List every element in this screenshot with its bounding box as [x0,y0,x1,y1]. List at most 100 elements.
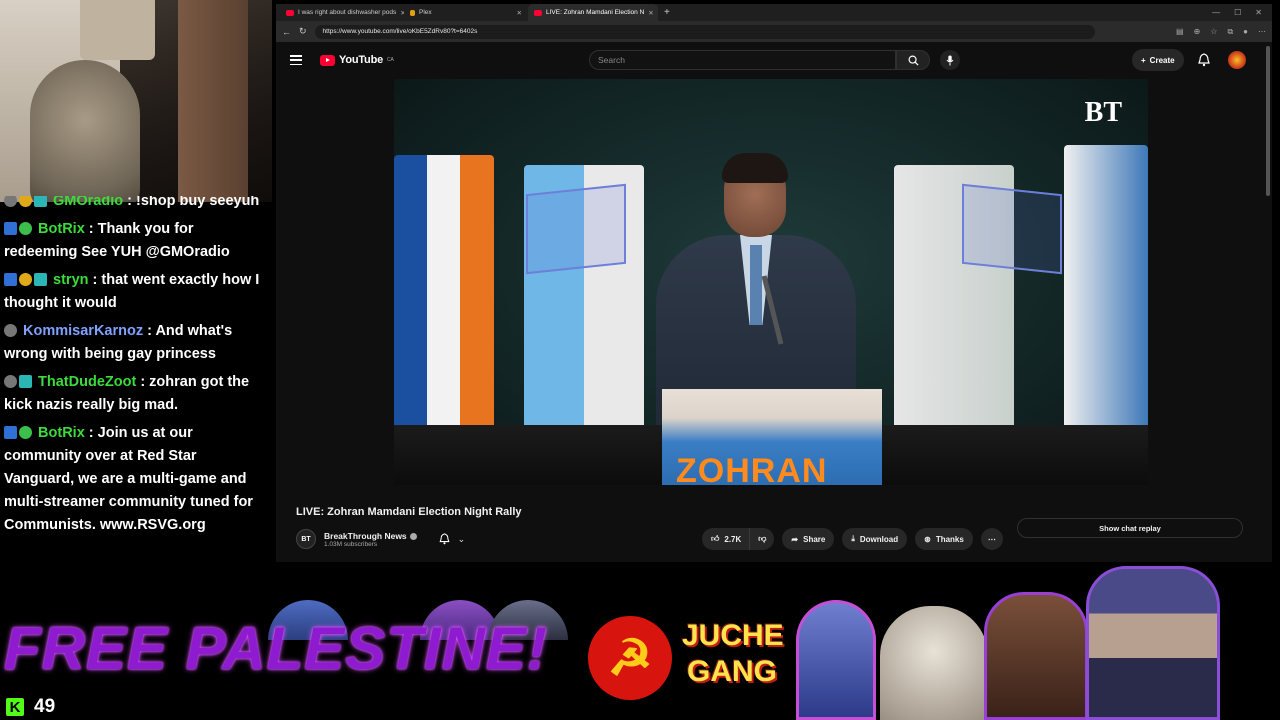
download-button[interactable]: ⤓ Download [842,528,908,550]
channel-avatar[interactable]: BT [296,529,316,549]
chat-badge-icon [4,375,17,388]
dislike-button[interactable]: 👎︎ [749,528,775,550]
tab-plex[interactable]: Plex ✕ [404,4,528,21]
extensions-icon[interactable]: ⧉ [1227,27,1233,37]
chat-badge-icon [19,375,32,388]
chat-username[interactable]: BotRix [38,425,85,441]
chat-text: : Join us at our community over at Red S… [4,425,253,533]
close-tab-icon[interactable]: ✕ [517,9,522,17]
page-scrollbar[interactable] [1266,46,1270,196]
account-avatar[interactable] [1228,51,1246,69]
chat-username[interactable]: GMOradio [53,196,123,209]
webcam-cat [30,60,140,202]
profile-icon[interactable]: ● [1243,27,1248,37]
chat-username[interactable]: stryn [53,272,88,288]
juche-gang-logo: JUCHE GANG [682,618,784,704]
tab-dishwasher[interactable]: I was right about dishwasher pods ✕ [280,4,404,21]
youtube-favicon-icon [534,9,542,16]
menu-dots-icon[interactable]: ⋯ [1258,27,1266,37]
chat-badge-icon [4,196,17,207]
thanks-label: Thanks [935,534,964,544]
chat-username[interactable]: KommisarKarnoz [23,323,143,339]
chat-badge-icon [4,222,17,235]
hammer-sickle-icon: ☭ [588,616,672,700]
show-chat-replay-button[interactable]: Show chat replay [1017,518,1243,538]
plex-favicon-icon [410,9,415,16]
download-icon: ⤓ [851,534,855,543]
subscription-bell-button[interactable]: ⌄ [439,533,465,545]
more-actions-button[interactable]: ⋯ [980,528,1003,550]
more-dots-icon: ⋯ [987,534,996,544]
share-button[interactable]: ➦ Share [782,528,835,550]
minimize-icon[interactable]: — [1212,8,1220,17]
free-palestine-banner: FREE PALESTINE! [4,615,548,682]
read-mode-icon[interactable]: ▤ [1176,27,1184,37]
download-label: Download [859,534,899,544]
tab-title: LIVE: Zohran Mamdani Election N [546,9,645,16]
browser-window: I was right about dishwasher pods ✕ Plex… [276,4,1272,562]
region-code: CA [387,57,394,63]
chat-message: stryn : that went exactly how I thought … [4,269,268,315]
plus-icon: + [1141,55,1146,65]
back-icon[interactable]: ← [282,27,291,37]
new-tab-icon[interactable]: + [658,7,676,18]
youtube-logo[interactable]: YouTube CA [320,54,394,66]
create-button[interactable]: + Create [1132,49,1184,71]
viewer-count: 49 [34,696,56,717]
tab-title: I was right about dishwasher pods [298,9,397,16]
stream-overlay: FREE PALESTINE! ☭ JUCHE GANG K 49 [0,562,1280,720]
close-window-icon[interactable]: ✕ [1255,8,1262,17]
search-icon [908,55,919,66]
tab-bar: I was right about dishwasher pods ✕ Plex… [276,4,1272,21]
chat-badge-icon [19,196,32,207]
favorite-star-icon[interactable]: ☆ [1210,27,1217,37]
chat-username[interactable]: BotRix [38,221,85,237]
channel-info: BreakThrough News 1.03M subscribers [324,531,417,548]
overlay-cat-portrait [880,606,988,720]
subscriber-count: 1.03M subscribers [324,540,378,548]
channel-watermark: BT [1084,97,1122,128]
teleprompter-right [962,183,1062,275]
thumbs-down-icon: 👎︎ [758,534,767,543]
webcam-feed [0,0,272,202]
youtube-header: YouTube CA Search + Create [276,42,1272,78]
voice-search-button[interactable] [940,50,960,70]
webcam-chair [80,0,155,60]
podium-sign: ZOHRAN [676,452,828,485]
tab-title: Plex [419,9,432,16]
chat-badge-icon [34,273,47,286]
zoom-icon[interactable]: ⊕ [1194,27,1201,37]
browser-toolbar-icons: ▤ ⊕ ☆ ⧉ ● ⋯ [1176,27,1266,37]
chat-badge-icon [4,324,17,337]
search-input[interactable]: Search [589,50,896,70]
chat-message: BotRix : Join us at our community over a… [4,422,268,537]
youtube-play-icon [320,54,335,66]
address-bar: ← ↻ https://www.youtube.com/live/oKbE5Zd… [276,21,1272,42]
notifications-bell-icon[interactable] [1198,53,1210,67]
podium: ZOHRAN [662,389,882,485]
chat-username[interactable]: ThatDudeZoot [38,374,136,390]
tab-live[interactable]: LIVE: Zohran Mamdani Election N ✕ [528,4,658,21]
search-button[interactable] [896,50,930,70]
close-tab-icon[interactable]: ✕ [648,9,653,17]
video-title: LIVE: Zohran Mamdani Election Night Rall… [296,506,522,518]
channel-name-row[interactable]: BreakThrough News [324,531,417,541]
bell-icon [439,533,450,545]
thanks-button[interactable]: ⊛ Thanks [915,528,973,550]
maximize-icon[interactable]: ☐ [1234,8,1241,17]
channel-name: BreakThrough News [324,530,407,541]
video-player[interactable]: ZOHRAN BT [394,79,1148,485]
url-field[interactable]: https://www.youtube.com/live/oKbE5ZdRv80… [314,24,1095,39]
search-placeholder: Search [598,55,625,65]
kick-logo-icon: K [6,698,24,716]
hamburger-menu-icon[interactable] [290,55,302,65]
chat-badge-icon [19,273,32,286]
juche-line2: GANG [687,655,777,688]
stream-chat: GMOradio : !shop buy seeyuh BotRix : Tha… [0,196,272,560]
kick-viewer-count: K 49 [6,696,55,718]
chat-badge-icon [4,426,17,439]
reload-icon[interactable]: ↻ [299,26,307,37]
overlay-portrait-1 [796,600,876,720]
like-button[interactable]: 👍︎ 2.7K [702,528,750,550]
chat-message: BotRix : Thank you for redeeming See YUH… [4,218,268,264]
